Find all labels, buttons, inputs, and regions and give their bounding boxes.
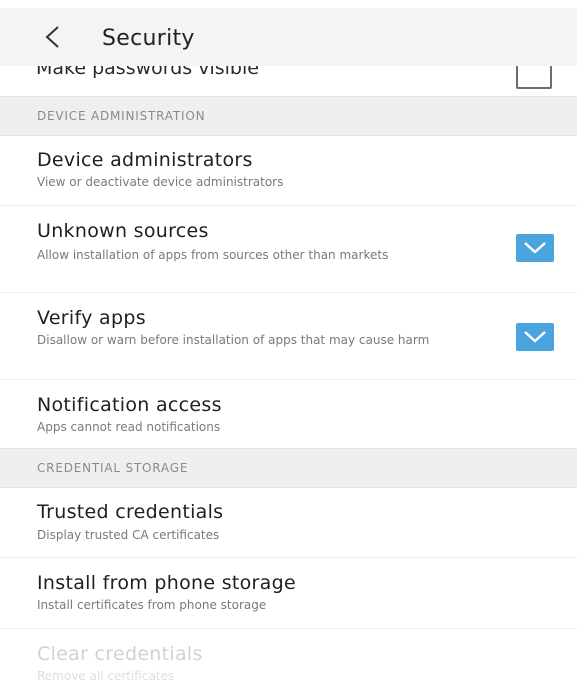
unknown-sources-checkbox[interactable] <box>516 234 554 262</box>
list-item-subtitle: Display trusted CA certificates <box>37 528 220 542</box>
section-header-device-administration: DEVICE ADMINISTRATION <box>0 96 577 136</box>
list-item-title: Clear credentials <box>37 643 203 665</box>
list-item-title: Trusted credentials <box>37 501 224 523</box>
list-item-title: Notification access <box>37 394 222 416</box>
section-label: CREDENTIAL STORAGE <box>37 461 189 475</box>
list-item-unknown-sources[interactable]: Unknown sources Allow installation of ap… <box>0 206 577 292</box>
list-item-install-from-phone-storage[interactable]: Install from phone storage Install certi… <box>0 558 577 628</box>
section-label: DEVICE ADMINISTRATION <box>37 109 206 123</box>
list-item-subtitle: Disallow or warn before installation of … <box>37 333 430 347</box>
list-item-title: Install from phone storage <box>37 572 296 594</box>
list-item-notification-access[interactable]: Notification access Apps cannot read not… <box>0 380 577 448</box>
app-bar: Security <box>0 8 577 66</box>
chevron-left-icon[interactable] <box>40 24 66 50</box>
list-item-title: Device administrators <box>37 149 253 171</box>
verify-apps-checkbox[interactable] <box>516 323 554 351</box>
list-item-device-administrators[interactable]: Device administrators View or deactivate… <box>0 135 577 205</box>
list-item-subtitle: Remove all certificates <box>37 669 175 680</box>
list-item-trusted-credentials[interactable]: Trusted credentials Display trusted CA c… <box>0 487 577 557</box>
page-title: Security <box>102 26 195 51</box>
list-item-title: Unknown sources <box>37 220 209 242</box>
checkmark-icon <box>524 331 546 343</box>
list-item-subtitle: View or deactivate device administrators <box>37 175 284 189</box>
list-item-subtitle: Apps cannot read notifications <box>37 420 221 434</box>
list-item-subtitle: Allow installation of apps from sources … <box>37 248 389 262</box>
list-item-subtitle: Install certificates from phone storage <box>37 598 267 612</box>
list-item-clear-credentials: Clear credentials Remove all certificate… <box>0 629 577 680</box>
checkmark-icon <box>524 242 546 254</box>
list-item-title: Verify apps <box>37 307 146 329</box>
list-item-verify-apps[interactable]: Verify apps Disallow or warn before inst… <box>0 293 577 379</box>
section-header-credential-storage: CREDENTIAL STORAGE <box>0 448 577 488</box>
